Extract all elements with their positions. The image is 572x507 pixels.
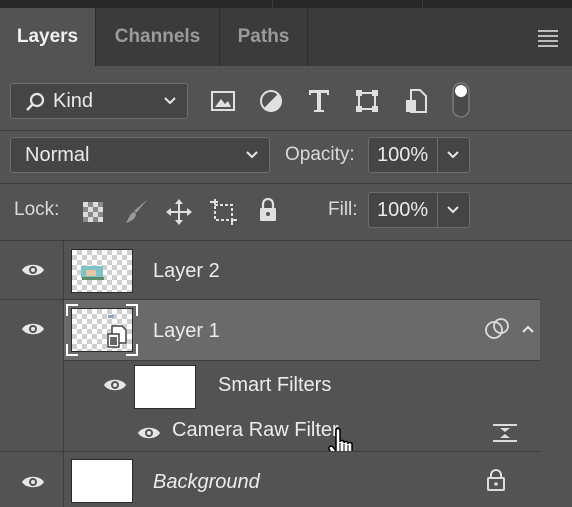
filter-row: Kind	[0, 66, 572, 130]
fill-slider-button[interactable]	[438, 192, 470, 228]
layer-row-layer-1[interactable]: Layer 1	[64, 300, 540, 360]
lock-all-icon[interactable]	[257, 197, 279, 223]
filter-kind-dropdown[interactable]: Kind	[10, 83, 188, 119]
fill-input[interactable]: 100%	[368, 192, 438, 228]
chevron-up-icon	[522, 325, 534, 333]
eye-icon[interactable]	[137, 425, 161, 441]
shape-filter-icon[interactable]	[355, 89, 379, 113]
layer-row-layer-2[interactable]: Layer 2	[64, 241, 540, 299]
camera-raw-filter-row[interactable]: Camera Raw Filter	[64, 413, 540, 451]
layer-2-image-thumbnail	[81, 266, 104, 280]
layer-name: Background	[153, 471, 260, 493]
panel-top-strip	[0, 0, 572, 8]
layer-thumbnail	[71, 249, 133, 293]
eye-icon[interactable]	[103, 377, 127, 393]
selection-corners	[66, 304, 138, 356]
opacity-label: Opacity:	[285, 144, 355, 165]
fill-label: Fill:	[328, 199, 358, 220]
eye-icon[interactable]	[21, 262, 45, 278]
adjustment-filter-icon[interactable]	[259, 89, 283, 113]
smart-filter-mask-thumbnail	[134, 365, 196, 409]
blending-options-icon[interactable]	[492, 422, 518, 444]
filter-kind-label: Kind	[53, 90, 94, 112]
smart-object-filter-icon[interactable]	[405, 89, 427, 113]
blend-mode-dropdown[interactable]: Normal	[10, 137, 270, 173]
blend-mode-value: Normal	[25, 144, 90, 166]
layer-thumbnail	[71, 459, 133, 503]
lock-label: Lock:	[14, 199, 60, 220]
scrollbar-track[interactable]	[540, 241, 572, 507]
opacity-slider-button[interactable]	[438, 137, 470, 173]
lock-row: Lock: Fill: 100%	[0, 184, 572, 240]
chevron-down-icon	[246, 151, 258, 159]
blend-row: Normal Opacity: 100%	[0, 131, 572, 183]
search-icon	[26, 92, 45, 111]
tab-channels[interactable]: Channels	[96, 8, 220, 66]
type-filter-icon[interactable]	[308, 89, 330, 113]
chevron-down-icon	[447, 151, 459, 159]
eye-icon[interactable]	[21, 474, 45, 490]
image-filter-icon[interactable]	[211, 91, 235, 111]
lock-position-icon[interactable]	[165, 198, 193, 226]
lock-transparent-pixels-icon[interactable]	[82, 201, 104, 223]
lock-image-pixels-icon[interactable]	[124, 197, 150, 225]
lock-icon[interactable]	[486, 468, 506, 492]
tab-paths[interactable]: Paths	[220, 8, 308, 66]
chevron-down-icon	[447, 206, 459, 214]
panel-menu-icon[interactable]	[538, 30, 558, 47]
collapse-effects-button[interactable]	[516, 300, 540, 360]
layer-row-background[interactable]: Background	[64, 452, 540, 507]
chevron-down-icon	[164, 97, 176, 105]
panel-tab-bar: Layers Channels Paths	[0, 8, 572, 66]
lock-artboard-icon[interactable]	[209, 198, 239, 226]
filter-name: Camera Raw Filter	[172, 419, 339, 441]
tab-layers[interactable]: Layers	[0, 8, 96, 66]
visibility-column	[0, 241, 64, 507]
layer-name: Layer 1	[153, 320, 220, 342]
opacity-input[interactable]: 100%	[368, 137, 438, 173]
layers-list: Layer 2 Layer 1 Smart Filters Camera Raw…	[0, 241, 572, 507]
eye-icon[interactable]	[21, 321, 45, 337]
smart-filters-row[interactable]: Smart Filters	[64, 361, 540, 413]
layer-name: Layer 2	[153, 260, 220, 282]
filter-toggle-icon[interactable]	[451, 81, 471, 119]
smart-filters-label: Smart Filters	[218, 374, 332, 396]
smart-filters-icon	[485, 318, 509, 339]
